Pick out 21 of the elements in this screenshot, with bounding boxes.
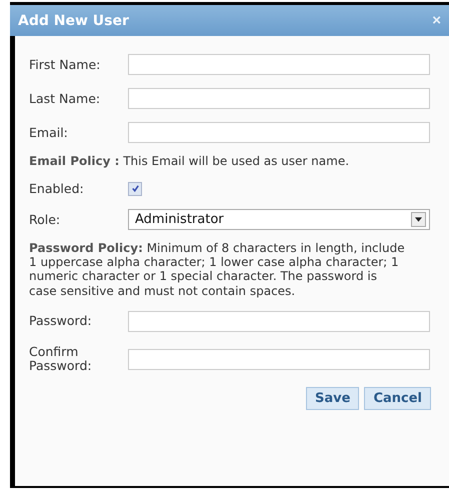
field-label: Enabled: [29,181,85,196]
role-dropdown[interactable]: Administrator [128,209,430,230]
window-title: Add New User [18,12,129,28]
field-label: Last Name: [29,91,102,106]
input-field[interactable] [128,54,430,75]
field-label: Confirm Password: [29,344,93,374]
field-label: Role: [29,212,62,228]
caret-icon [411,212,426,228]
field-label: First Name: [29,57,102,72]
checkmark-icon [130,184,140,194]
input-field[interactable] [128,88,430,109]
checkbox[interactable] [128,182,142,196]
policy-text: Email Policy : This Email will be used as user name. [29,154,350,168]
cancel-button[interactable]: Cancel [364,386,431,410]
policy-text: Password Policy: Minimum of 8 characters in length, include 1 uppercase alpha character; 1 lower case alpha character; 1 numeric character or 1 special character. The password is case sensitive and must not contain spaces. [29,241,406,298]
password-field[interactable] [128,310,430,332]
field-label: Email: [29,125,69,140]
field-label: Password: [29,314,93,328]
input-field[interactable] [128,122,430,143]
password-field[interactable] [128,348,430,370]
save-button[interactable]: Save [306,386,360,410]
